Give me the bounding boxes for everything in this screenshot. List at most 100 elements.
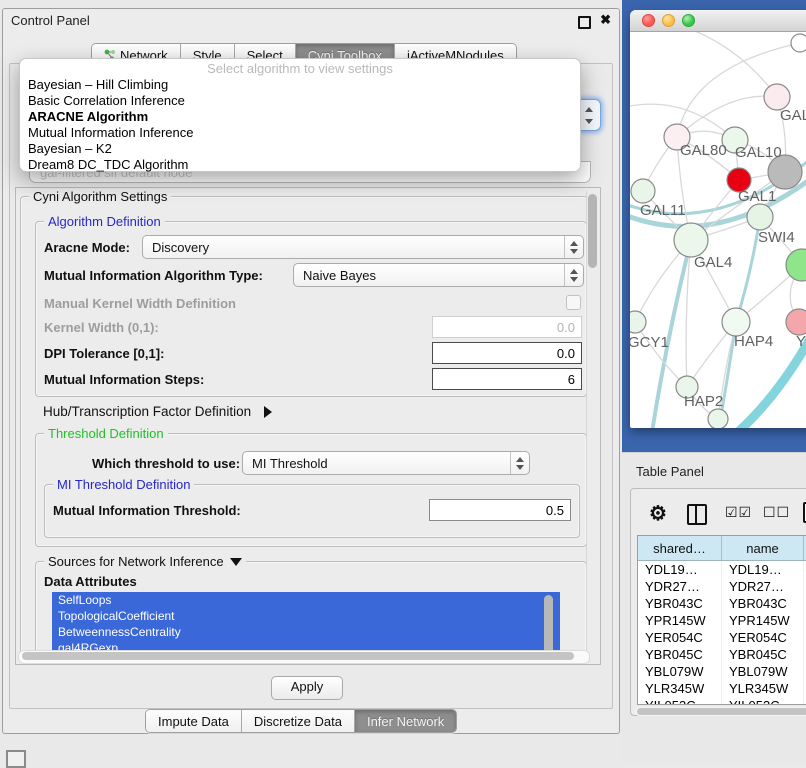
- float-window-icon[interactable]: [578, 16, 591, 29]
- network-labels: GALGAL80GAL10GAL1GAL11SWI4GAL4GCY1HAP4YH…: [630, 107, 806, 410]
- node-label: Y: [796, 333, 806, 350]
- cyni-settings-panel: Cyni Algorithm Settings Algorithm Defini…: [15, 187, 601, 665]
- mi-type-value: Naive Bayes: [294, 268, 564, 283]
- mi-threshold-group: MI Threshold Definition Mutual Informati…: [44, 484, 580, 538]
- node-label: GAL1: [738, 188, 776, 205]
- algorithm-dropdown-popup: Select algorithm to view settings Bayesi…: [19, 58, 581, 172]
- network-node[interactable]: [631, 179, 655, 203]
- spinner-icon: [564, 264, 583, 286]
- table-horizontal-scrollbar: [635, 707, 806, 716]
- hub-definition-toggle[interactable]: Hub/Transcription Factor Definition: [43, 403, 272, 421]
- columns-icon[interactable]: [687, 504, 707, 525]
- kernel-width-label: Kernel Width (0,1):: [44, 320, 159, 335]
- zoom-traffic-button[interactable]: [682, 14, 695, 27]
- table-cell: YLR345W: [638, 680, 722, 697]
- network-node[interactable]: [722, 308, 750, 336]
- group-title: Algorithm Definition: [44, 214, 165, 229]
- apply-button[interactable]: Apply: [271, 676, 343, 700]
- scrollbar-thumb[interactable]: [588, 194, 597, 268]
- close-traffic-button[interactable]: [642, 14, 655, 27]
- table-row[interactable]: YBL079WYBL079W: [638, 663, 806, 680]
- table-row[interactable]: YLR345WYLR345W9.: [638, 680, 806, 697]
- dropdown-item-bayesian-k2[interactable]: Bayesian – K2: [20, 141, 580, 157]
- network-node[interactable]: [708, 409, 728, 428]
- dropdown-item-dream8-dc-tdc-algorithm[interactable]: Dream8 DC_TDC Algorithm: [20, 157, 580, 173]
- dropdown-item-aracne-algorithm[interactable]: ARACNE Algorithm: [20, 109, 580, 125]
- table-row[interactable]: YIL053CYIL053C9: [638, 697, 806, 705]
- spinner-icon: [564, 236, 583, 258]
- table-row[interactable]: YER054CYER054C8.: [638, 629, 806, 646]
- table-cell: YBR045C: [638, 646, 722, 663]
- panel-corner-icon[interactable]: [6, 750, 26, 768]
- table-panel-window: ⚙ ☑☑ ☐☐ shared…name YDL19…YDL19…13YDR27……: [630, 488, 806, 716]
- expand-arrow-icon: [264, 406, 272, 418]
- attribute-item-betweennesscentrality[interactable]: BetweennessCentrality: [52, 624, 560, 640]
- table-cell: YBR043C: [722, 595, 804, 612]
- checked-boxes-icon[interactable]: ☑☑: [725, 504, 752, 521]
- node-label: GAL10: [735, 144, 782, 161]
- dropdown-item-mutual-information-inference[interactable]: Mutual Information Inference: [20, 125, 580, 141]
- aracne-mode-select[interactable]: Discovery: [142, 235, 584, 259]
- which-threshold-label: Which threshold to use:: [92, 456, 240, 471]
- which-threshold-select[interactable]: MI Threshold: [242, 451, 530, 475]
- manual-kernel-label: Manual Kernel Width Definition: [44, 296, 236, 311]
- mi-threshold-input[interactable]: [429, 499, 571, 521]
- dropdown-item-bayesian-hill-climbing[interactable]: Bayesian – Hill Climbing: [20, 77, 580, 93]
- network-window: GALGAL80GAL10GAL1GAL11SWI4GAL4GCY1HAP4YH…: [630, 10, 806, 428]
- scrollbar-thumb[interactable]: [22, 652, 574, 660]
- manual-kernel-checkbox[interactable]: [566, 295, 581, 310]
- mi-steps-input[interactable]: [432, 368, 582, 390]
- scrollbar-thumb[interactable]: [637, 708, 806, 715]
- network-node[interactable]: [786, 309, 806, 335]
- table-cell: YBL079W: [722, 663, 804, 680]
- dpi-tolerance-input[interactable]: [432, 342, 582, 364]
- network-node[interactable]: [747, 204, 773, 230]
- hub-definition-label: Hub/Transcription Factor Definition: [43, 404, 251, 419]
- bottom-tab-label: Infer Network: [367, 714, 444, 729]
- node-label: HAP4: [734, 333, 773, 350]
- table-cell: YIL053C: [722, 697, 804, 705]
- list-scrollbar-thumb[interactable]: [544, 595, 553, 655]
- node-label: GAL: [780, 107, 806, 124]
- table-cell: YER054C: [638, 629, 722, 646]
- table-cell: YPR145W: [722, 612, 804, 629]
- dropdown-item-basic-correlation-inference[interactable]: Basic Correlation Inference: [20, 93, 580, 109]
- kernel-width-input[interactable]: [432, 316, 582, 338]
- table-row[interactable]: YDR27…YDR27…12: [638, 578, 806, 595]
- bottom-tab-label: Discretize Data: [254, 714, 342, 729]
- column-header-shared[interactable]: shared…: [638, 536, 722, 560]
- bottom-tab-discretize-data[interactable]: Discretize Data: [242, 710, 355, 732]
- unchecked-boxes-icon[interactable]: ☐☐: [763, 504, 790, 521]
- mi-type-label: Mutual Information Algorithm Type:: [44, 268, 263, 283]
- gear-icon[interactable]: ⚙: [649, 501, 667, 526]
- cyni-algorithm-settings-group: Cyni Algorithm Settings Algorithm Defini…: [20, 196, 588, 656]
- network-node[interactable]: [791, 34, 806, 52]
- sources-group-title[interactable]: Sources for Network Inference: [44, 554, 246, 569]
- network-node[interactable]: [674, 223, 708, 257]
- table-cell: YBR043C: [638, 595, 722, 612]
- sources-group: Sources for Network Inference Data Attri…: [35, 561, 587, 656]
- mi-threshold-label: Mutual Information Threshold:: [53, 503, 241, 518]
- node-label: GAL11: [640, 202, 686, 219]
- dpi-tolerance-label: DPI Tolerance [0,1]:: [44, 346, 164, 361]
- bottom-tab-impute-data[interactable]: Impute Data: [146, 710, 242, 732]
- attribute-item-topologicalcoefficient[interactable]: TopologicalCoefficient: [52, 608, 560, 624]
- network-canvas[interactable]: GALGAL80GAL10GAL1GAL11SWI4GAL4GCY1HAP4YH…: [630, 32, 806, 428]
- close-icon[interactable]: ✖: [600, 12, 611, 28]
- column-header-name[interactable]: name: [722, 536, 804, 560]
- node-label: HAP2: [684, 393, 723, 410]
- bottom-tab-infer-network[interactable]: Infer Network: [355, 710, 456, 732]
- network-node[interactable]: [630, 311, 646, 333]
- table-row[interactable]: YDL19…YDL19…13: [638, 561, 806, 578]
- table-row[interactable]: YBR045CYBR045C9.: [638, 646, 806, 663]
- attribute-item-selfloops[interactable]: SelfLoops: [52, 592, 560, 608]
- table-row[interactable]: YBR043CYBR043C: [638, 595, 806, 612]
- mi-algorithm-type-select[interactable]: Naive Bayes: [293, 263, 584, 287]
- table-cell: YLR345W: [722, 680, 804, 697]
- node-label: SWI4: [758, 229, 795, 246]
- collapse-arrow-icon: [230, 558, 242, 566]
- table-row[interactable]: YPR145WYPR145W9.: [638, 612, 806, 629]
- group-title: Threshold Definition: [44, 426, 168, 441]
- aracne-mode-value: Discovery: [143, 240, 564, 255]
- minimize-traffic-button[interactable]: [662, 14, 675, 27]
